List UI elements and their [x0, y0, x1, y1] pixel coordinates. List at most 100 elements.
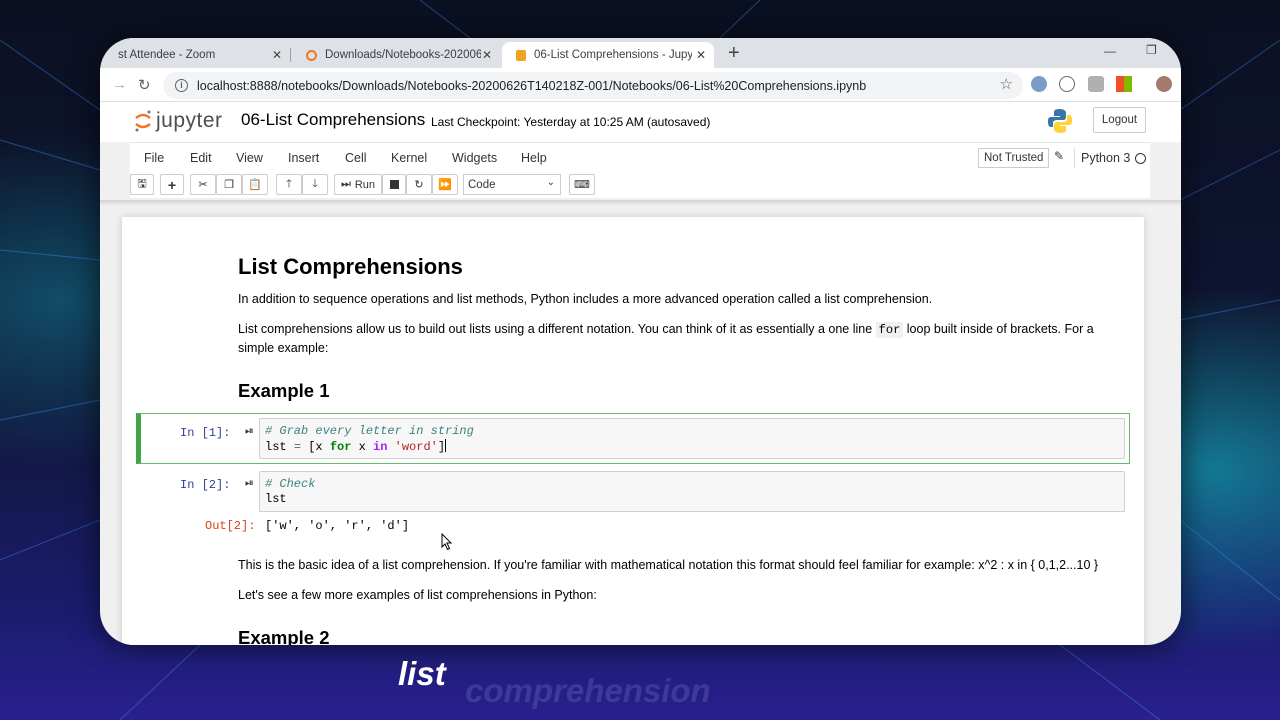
notebook-title[interactable]: 06-List Comprehensions [241, 110, 425, 130]
command-palette-button[interactable]: ⌨ [569, 174, 595, 195]
menu-edit[interactable]: Edit [190, 151, 212, 165]
fast-forward-icon: ⏩ [438, 179, 452, 191]
url-field[interactable]: i localhost:8888/notebooks/Downloads/Not… [163, 72, 1023, 99]
copy-button[interactable]: ❐ [216, 174, 242, 195]
cell-type-value: Code [468, 178, 496, 191]
menu-file[interactable]: File [144, 151, 164, 165]
code-token: lst [265, 440, 287, 454]
run-button[interactable]: ⏭ Run [334, 174, 382, 195]
code-token: x [358, 440, 366, 454]
menu-bar: File Edit View Insert Cell Kernel Widget… [130, 142, 1150, 172]
menu-kernel[interactable]: Kernel [391, 151, 427, 165]
kernel-idle-icon [1135, 153, 1146, 164]
cut-button[interactable]: ✂ [190, 174, 216, 195]
plus-icon: + [167, 176, 177, 193]
jupyter-header: jupyter 06-List Comprehensions Last Chec… [100, 102, 1181, 142]
code-line: # Check [265, 477, 1119, 492]
input-prompt: In [2]: [180, 478, 231, 492]
restart-run-all-button[interactable]: ⏩ [432, 174, 458, 195]
restart-button[interactable]: ↻ [406, 174, 432, 195]
new-tab-plus-icon[interactable]: + [728, 42, 740, 65]
paragraph-text: simple example: [238, 341, 329, 355]
code-line: lst [265, 492, 1119, 507]
tab-bar: st Attendee - Zoom ✕ Downloads/Notebooks… [100, 38, 1181, 68]
run-cell-icon[interactable]: ⏯ [245, 425, 254, 438]
tab-separator [290, 48, 291, 62]
code-cell-1[interactable]: In [1]: ⏯ # Grab every letter in string … [136, 413, 1130, 464]
edit-pencil-icon[interactable]: ✎ [1054, 149, 1064, 163]
maximize-icon[interactable]: ❐ [1146, 43, 1157, 57]
jupyter-favicon-icon [306, 49, 317, 61]
arrow-down-icon: 🡓 [312, 178, 318, 190]
close-icon[interactable]: ✕ [272, 48, 282, 62]
menu-cell[interactable]: Cell [345, 151, 367, 165]
close-icon[interactable]: ✕ [482, 48, 492, 62]
mouse-pointer-icon [441, 533, 453, 551]
insert-cell-button[interactable]: + [160, 174, 184, 195]
code-comment: # Check [265, 477, 316, 491]
intro-paragraph: In addition to sequence operations and l… [238, 292, 933, 306]
jupyter-mark-icon [135, 110, 151, 132]
notebook-heading: List Comprehensions [238, 254, 463, 279]
interrupt-button[interactable] [382, 174, 406, 195]
extension-icon[interactable] [1031, 76, 1047, 92]
extension-icon[interactable] [1059, 76, 1075, 92]
kernel-divider [1074, 148, 1075, 168]
move-down-button[interactable]: 🡓 [302, 174, 328, 195]
scissors-icon: ✂ [198, 179, 208, 191]
reload-icon[interactable]: ↻ [138, 76, 151, 94]
menu-insert[interactable]: Insert [288, 151, 319, 165]
tab-zoom[interactable]: st Attendee - Zoom ✕ [104, 42, 290, 68]
code-token: ] [437, 440, 446, 454]
kernel-name: Python 3 [1081, 151, 1131, 165]
code-keyword: for [329, 440, 352, 454]
menu-view[interactable]: View [236, 151, 263, 165]
browser-window: st Attendee - Zoom ✕ Downloads/Notebooks… [100, 38, 1181, 645]
profile-avatar[interactable] [1156, 76, 1172, 92]
code-string: 'word' [394, 440, 438, 454]
minimize-icon[interactable]: — [1104, 44, 1116, 58]
close-icon[interactable]: ✕ [696, 48, 706, 62]
example-1-heading: Example 1 [238, 380, 330, 401]
header-shadow [100, 200, 1181, 206]
notebook-container: List Comprehensions In addition to seque… [122, 217, 1144, 645]
run-cell-icon[interactable]: ⏯ [245, 477, 254, 490]
paste-button[interactable]: 📋 [242, 174, 268, 195]
python-logo-icon [1048, 109, 1072, 133]
tab-label: 06-List Comprehensions - Jupyte [534, 49, 692, 61]
output-prompt: Out[2]: [205, 519, 256, 533]
menu-help[interactable]: Help [521, 151, 547, 165]
tab-downloads[interactable]: Downloads/Notebooks-2020062... ✕ [292, 42, 500, 68]
extension-icon[interactable] [1088, 76, 1104, 92]
input-prompt: In [1]: [180, 426, 231, 440]
cell-output: ['w', 'o', 'r', 'd'] [265, 519, 410, 533]
forward-arrow-icon[interactable]: → [112, 76, 127, 93]
code-cell-2[interactable]: In [2]: ⏯ # Check lst Out[2]: ['w', 'o',… [141, 467, 1130, 549]
tab-label: Downloads/Notebooks-2020062... [325, 49, 481, 61]
code-keyword: in [373, 440, 388, 454]
chevron-down-icon: ⌄ [546, 177, 555, 188]
paragraph-text: loop built inside of brackets. For a [906, 322, 1094, 336]
move-up-button[interactable]: 🡑 [276, 174, 302, 195]
cell-type-select[interactable]: Code ⌄ [463, 174, 561, 195]
tab-notebook[interactable]: 06-List Comprehensions - Jupyte ✕ [502, 42, 714, 68]
windows-icon[interactable] [1116, 76, 1132, 92]
info-icon[interactable]: i [175, 79, 188, 92]
notation-paragraph: List comprehensions allow us to build ou… [238, 320, 1108, 357]
copy-icon: ❐ [224, 179, 234, 191]
arrow-up-icon: 🡑 [286, 178, 292, 190]
jupyter-logo[interactable]: jupyter [134, 109, 223, 133]
code-input[interactable]: # Grab every letter in string lst = [x f… [259, 418, 1125, 459]
save-button[interactable]: 🖫 [130, 174, 154, 195]
menu-widgets[interactable]: Widgets [452, 151, 497, 165]
jupyter-wordmark: jupyter [156, 109, 223, 132]
inline-code: for [875, 322, 904, 338]
code-token: lst [265, 492, 287, 506]
restart-icon: ↻ [414, 179, 424, 191]
logout-button[interactable]: Logout [1093, 107, 1146, 133]
run-icon: ⏭ [340, 178, 351, 190]
run-label: Run [354, 178, 376, 191]
trust-button[interactable]: Not Trusted [978, 148, 1050, 168]
bookmark-star-icon[interactable]: ☆ [1000, 75, 1013, 93]
code-input[interactable]: # Check lst [259, 471, 1125, 512]
